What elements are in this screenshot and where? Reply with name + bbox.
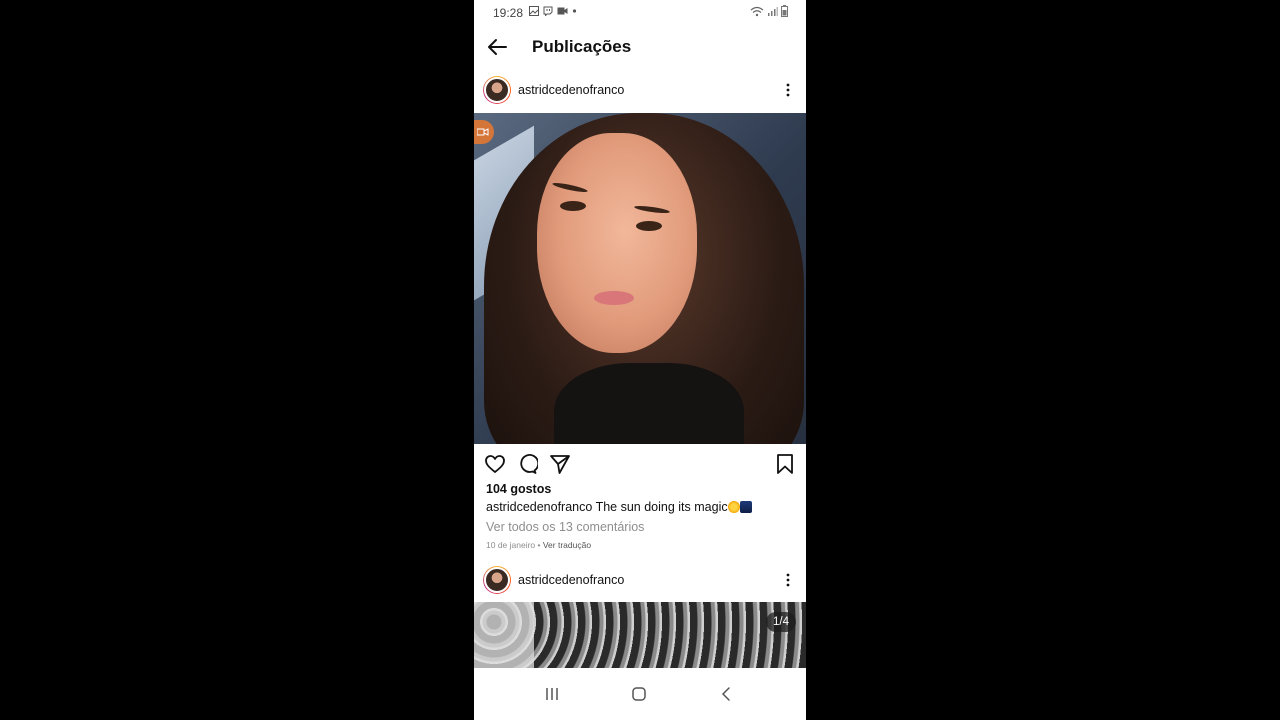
- post-photo-2[interactable]: [474, 602, 806, 668]
- video-notification-icon: [557, 7, 568, 15]
- photo-shirt: [554, 363, 744, 444]
- status-time: 19:28: [493, 6, 524, 20]
- translate-link[interactable]: Ver tradução: [543, 540, 591, 550]
- more-vertical-icon[interactable]: [784, 82, 792, 98]
- back-arrow-icon[interactable]: [486, 36, 508, 58]
- home-icon[interactable]: [631, 687, 647, 701]
- photo-sign: [474, 602, 534, 668]
- more-vertical-icon[interactable]: [784, 572, 792, 588]
- page-title: Publicações: [532, 37, 632, 56]
- meta-separator: •: [535, 540, 543, 550]
- view-comments-link[interactable]: Ver todos os 13 comentários: [486, 520, 644, 534]
- post-header-2: astridcedenofranco: [474, 562, 806, 600]
- system-nav-bar: [474, 668, 806, 720]
- status-notification-icons: [529, 6, 577, 16]
- avatar-photo: [484, 567, 510, 593]
- heart-icon[interactable]: [484, 453, 506, 475]
- post-photo[interactable]: [474, 113, 806, 444]
- post-caption: astridcedenofranco The sun doing its mag…: [486, 500, 796, 514]
- battery-icon: [781, 5, 788, 17]
- caption-username[interactable]: astridcedenofranco: [486, 500, 592, 514]
- photo-lips: [594, 291, 634, 305]
- dot-icon: [572, 9, 577, 13]
- post-actions: [474, 450, 806, 478]
- photo-face: [537, 133, 697, 353]
- avatar[interactable]: [483, 566, 511, 594]
- status-system-icons: [750, 5, 788, 17]
- recents-icon[interactable]: [545, 687, 559, 701]
- twitch-notification-icon: [543, 6, 553, 16]
- wifi-icon: [750, 6, 764, 16]
- night-sky-emoji-icon: [739, 501, 752, 513]
- video-call-bubble-icon[interactable]: [474, 120, 494, 144]
- post-header: astridcedenofranco: [474, 72, 806, 110]
- photo-eye-right: [636, 221, 662, 231]
- bookmark-icon[interactable]: [774, 453, 796, 475]
- caption-text: The sun doing its magic: [595, 500, 728, 514]
- carousel-counter: 1/4: [766, 612, 796, 632]
- post-meta: 10 de janeiro • Ver tradução: [486, 540, 591, 550]
- comment-icon[interactable]: [516, 453, 538, 475]
- post-date: 10 de janeiro: [486, 540, 536, 550]
- avatar[interactable]: [483, 76, 511, 104]
- status-bar: 19:28: [474, 0, 806, 26]
- photo-eye-left: [560, 201, 586, 211]
- avatar-photo: [484, 77, 510, 103]
- app-header: Publicações: [474, 28, 806, 68]
- sun-emoji-icon: [727, 501, 740, 513]
- nav-back-icon[interactable]: [720, 687, 732, 701]
- likes-count[interactable]: 104 gostos: [486, 482, 551, 496]
- gallery-notification-icon: [529, 6, 539, 16]
- signal-icon: [768, 6, 778, 16]
- share-icon[interactable]: [549, 453, 571, 475]
- phone-screen: 19:28 Publicações astridcedenofranco 104…: [474, 0, 806, 720]
- post-username[interactable]: astridcedenofranco: [518, 83, 624, 97]
- post-username[interactable]: astridcedenofranco: [518, 573, 624, 587]
